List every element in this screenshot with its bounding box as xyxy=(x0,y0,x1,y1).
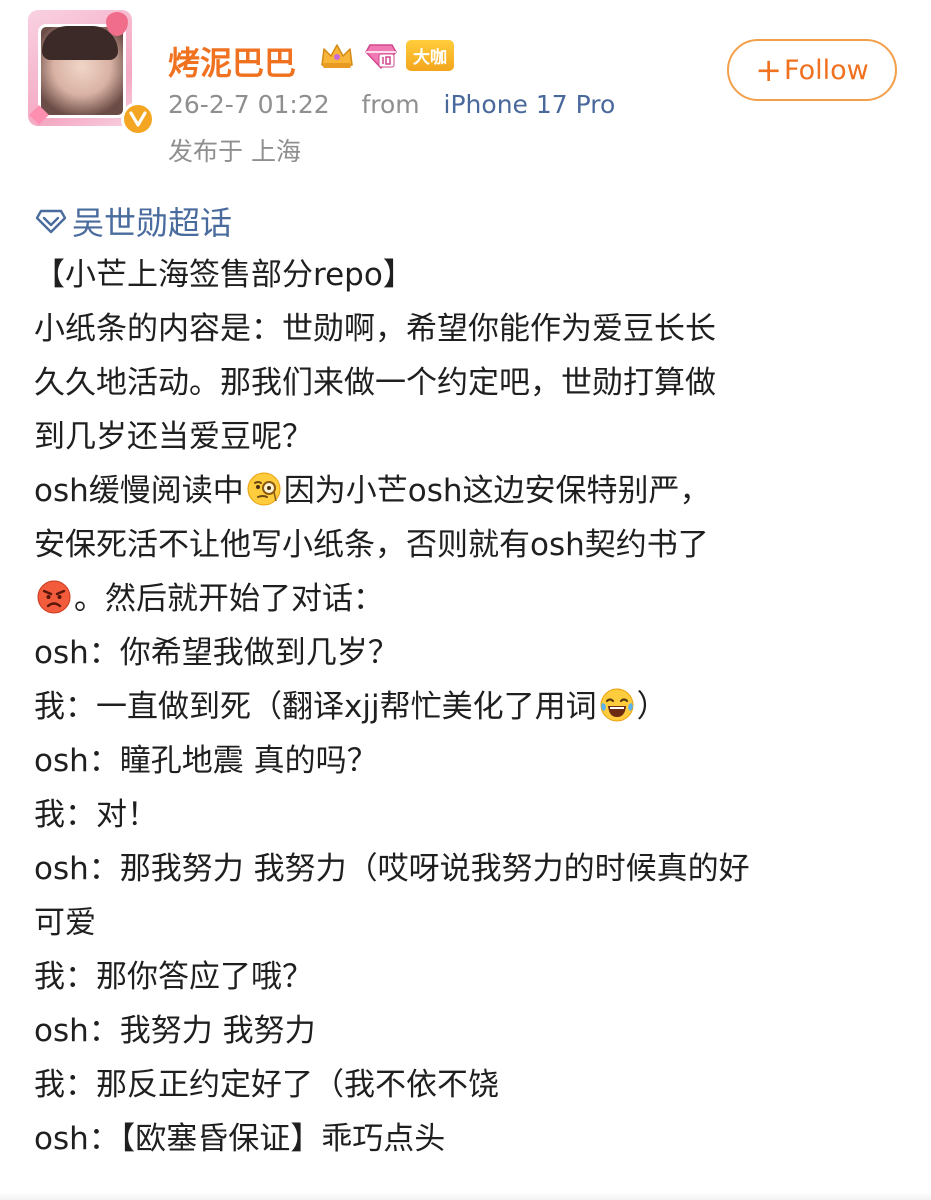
vip-tag-badge[interactable]: 大咖 xyxy=(406,40,454,71)
post-text: ） xyxy=(636,689,668,725)
post-line: osh：瞳孔地震 真的吗？ xyxy=(34,734,904,788)
post-meta: 26-2-7 01:22 from iPhone 17 Pro xyxy=(168,90,615,119)
post-line: osh缓慢阅读中 因为小芒osh这边安保特别严， xyxy=(34,464,904,518)
verified-v-icon xyxy=(121,102,155,136)
post-line: 【小芒上海签售部分repo】 xyxy=(34,248,904,302)
username[interactable]: 烤泥巴巴 xyxy=(168,38,296,84)
user-badges: 大咖 xyxy=(318,40,454,71)
post-line: 小纸条的内容是：世勋啊，希望你能作为爱豆长长 xyxy=(34,302,904,356)
post-line: 。然后就开始了对话： xyxy=(34,572,904,626)
post-text: osh：我努力 我努力 xyxy=(34,1013,316,1049)
post-text: osh：【欧塞昏保证】乖巧点头 xyxy=(34,1121,446,1157)
laughing-tears-emoji-icon xyxy=(600,688,634,722)
super-topic-label: 吴世勋超话 xyxy=(72,204,233,242)
post-location: 发布于 上海 xyxy=(168,137,301,166)
level-diamond-icon[interactable] xyxy=(364,41,398,71)
post-line: 我：对！ xyxy=(34,788,904,842)
post-source-prefix: from xyxy=(361,90,420,119)
super-topic-diamond-icon xyxy=(35,209,67,234)
post-text: osh：瞳孔地震 真的吗？ xyxy=(34,743,378,779)
thinking-monocle-emoji-icon xyxy=(247,472,281,506)
post-text: osh：你希望我做到几岁？ xyxy=(34,635,399,671)
post-text: 因为小芒osh这边安保特别严， xyxy=(283,473,711,509)
super-topic-link[interactable]: 吴世勋超话 xyxy=(34,198,232,244)
post-line: 久久地活动。那我们来做一个约定吧，世勋打算做 xyxy=(34,356,904,410)
post-line: 我：一直做到死（翻译xjj帮忙美化了用词 ） xyxy=(34,680,904,734)
post-line: osh：那我努力 我努力（哎呀说我努力的时候真的好 xyxy=(34,842,904,896)
avatar-container[interactable] xyxy=(28,10,155,136)
post-text: 我：一直做到死（翻译xjj帮忙美化了用词 xyxy=(34,689,597,725)
plus-icon: + xyxy=(755,51,783,89)
post-line: 到几岁还当爱豆呢？ xyxy=(34,410,904,464)
crown-icon[interactable] xyxy=(318,41,356,71)
post-line: 我：那反正约定好了（我不依不饶 xyxy=(34,1058,904,1112)
post-line: 安保死活不让他写小纸条，否则就有osh契约书了 xyxy=(34,518,904,572)
post-text: 小纸条的内容是：世勋啊，希望你能作为爱豆长长 xyxy=(34,311,716,347)
post-text: 到几岁还当爱豆呢？ xyxy=(34,419,313,455)
post-text: 安保死活不让他写小纸条，否则就有osh契约书了 xyxy=(34,527,709,563)
post-text: osh：那我努力 我努力（哎呀说我努力的时候真的好 xyxy=(34,851,750,887)
post-line: osh：你希望我做到几岁？ xyxy=(34,626,904,680)
avatar[interactable] xyxy=(28,10,132,126)
post-text: 我：那反正约定好了（我不依不饶 xyxy=(34,1067,499,1103)
post-text: osh缓慢阅读中 xyxy=(34,473,244,509)
follow-button-label: Follow xyxy=(784,54,869,86)
post-line: osh：我努力 我努力 xyxy=(34,1004,904,1058)
post-text: 我：对！ xyxy=(34,797,158,833)
post-source-device[interactable]: iPhone 17 Pro xyxy=(444,90,616,119)
avatar-hair-shape xyxy=(42,26,118,60)
post-body: 【小芒上海签售部分repo】 小纸条的内容是：世勋啊，希望你能作为爱豆长长 久久… xyxy=(34,248,904,1166)
post-line: 我：那你答应了哦？ xyxy=(34,950,904,1004)
bottom-edge xyxy=(0,1192,931,1200)
post-text: 我：那你答应了哦？ xyxy=(34,959,313,995)
post-line: 可爱 xyxy=(34,896,904,950)
post-timestamp: 26-2-7 01:22 xyxy=(168,90,330,119)
post-text: 久久地活动。那我们来做一个约定吧，世勋打算做 xyxy=(34,365,716,401)
post-text: 【小芒上海签售部分repo】 xyxy=(34,257,414,293)
post-text: 可爱 xyxy=(34,905,96,941)
angry-face-emoji-icon xyxy=(37,580,71,614)
post-line: osh：【欧塞昏保证】乖巧点头 xyxy=(34,1112,904,1166)
follow-button[interactable]: + Follow xyxy=(727,39,897,101)
post-text: 。然后就开始了对话： xyxy=(74,581,384,617)
